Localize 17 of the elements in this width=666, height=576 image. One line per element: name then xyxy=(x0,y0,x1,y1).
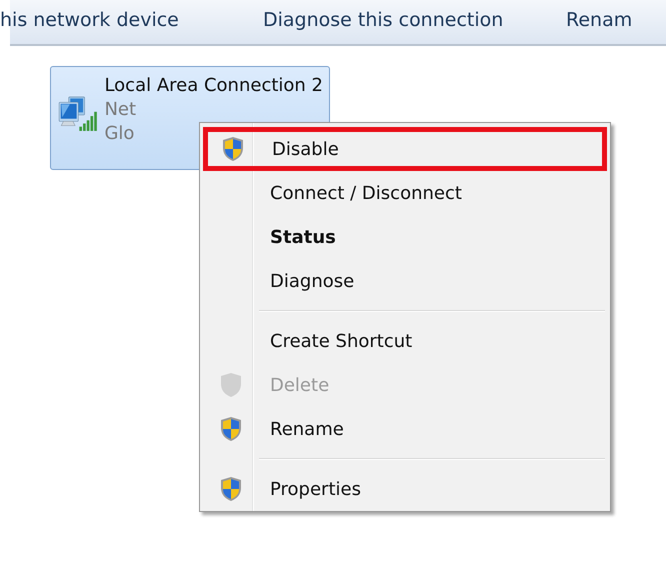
shield-icon xyxy=(220,372,242,398)
connection-name: Local Area Connection 2 xyxy=(104,75,323,96)
menu-item[interactable]: Connect / Disconnect xyxy=(203,171,607,215)
menu-item[interactable]: Properties xyxy=(203,467,607,511)
shield-icon xyxy=(220,476,242,502)
device-name: Glo xyxy=(104,123,136,144)
menu-item[interactable]: Rename xyxy=(203,407,607,451)
toolbar-button[interactable]: Renam xyxy=(566,9,632,31)
toolbar-button[interactable]: his network device xyxy=(0,9,179,31)
menu-item[interactable]: Status xyxy=(203,215,607,259)
shield-icon xyxy=(222,136,244,162)
menu-item[interactable]: Diagnose xyxy=(203,259,607,303)
menu-item[interactable]: Disable xyxy=(203,127,607,171)
network-name: Net xyxy=(104,99,138,120)
shield-icon xyxy=(220,416,242,442)
toolbar-button[interactable]: Diagnose this connection xyxy=(263,9,504,31)
menu-item[interactable]: Create Shortcut xyxy=(203,319,607,363)
